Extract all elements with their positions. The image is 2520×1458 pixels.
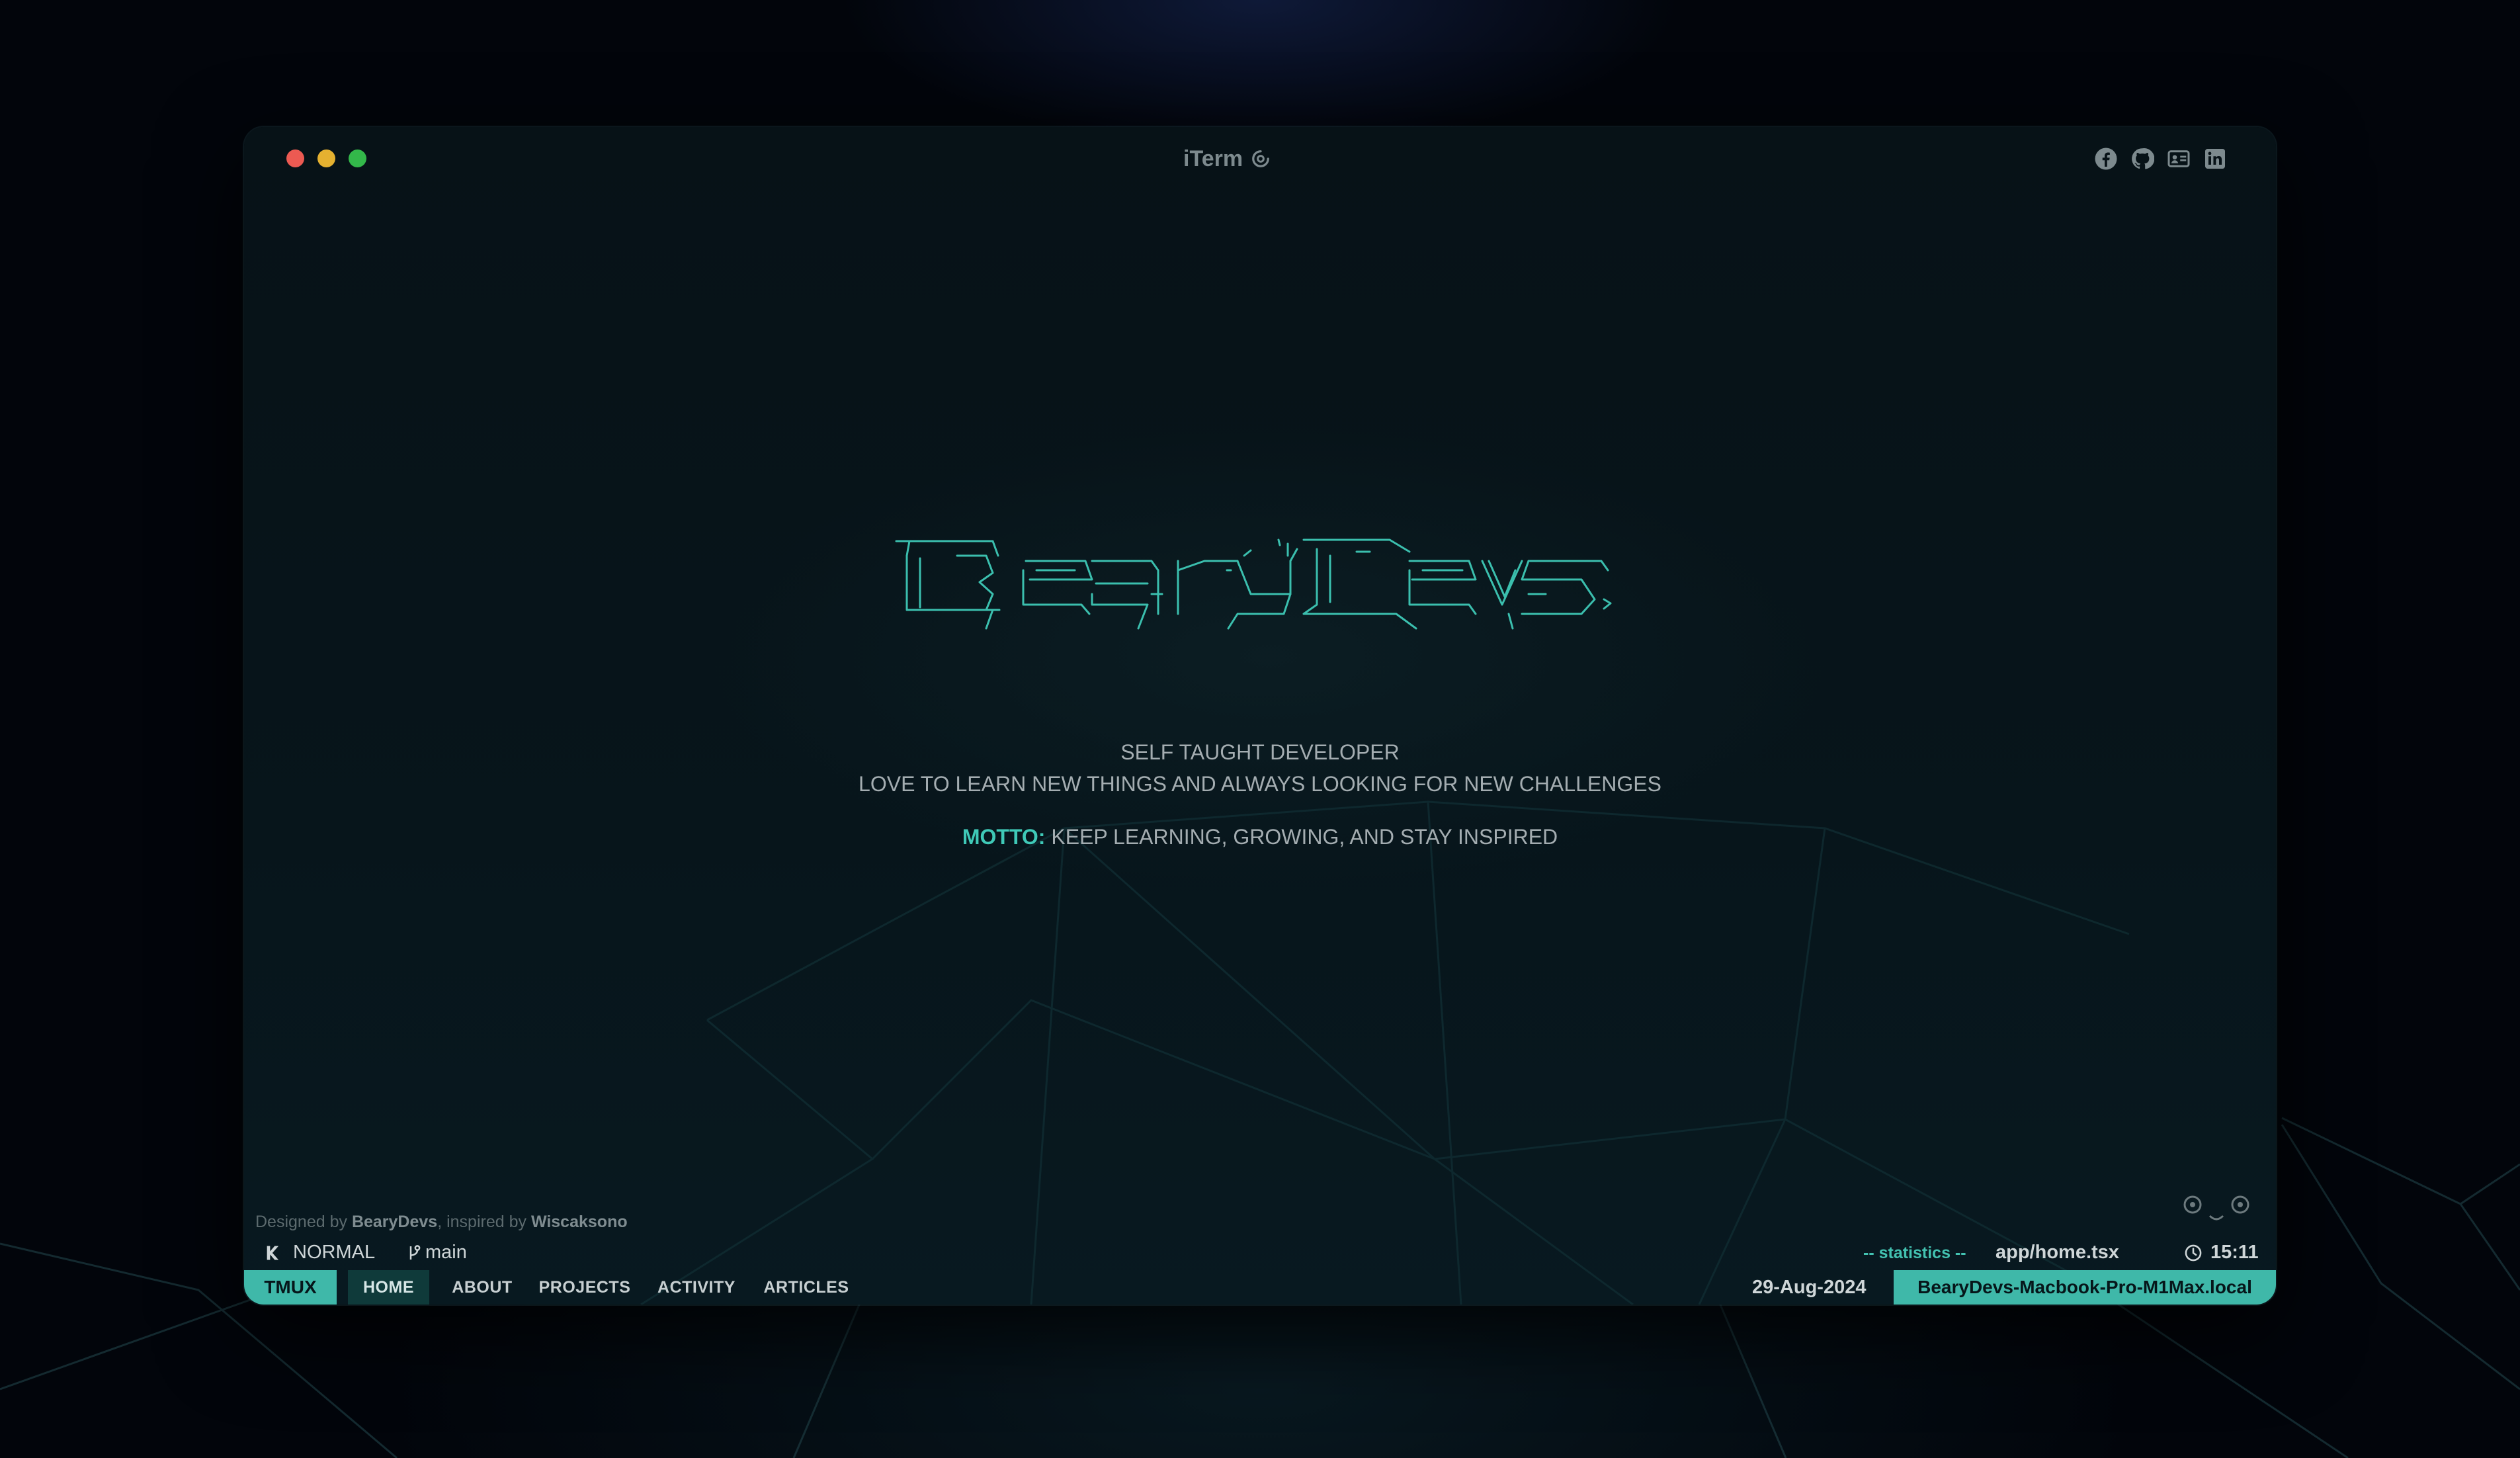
clock-time: 15:11 (2210, 1242, 2259, 1263)
design-credit: Designed by BearyDevs, inspired by Wisca… (255, 1213, 628, 1232)
face-icon (2183, 1195, 2249, 1221)
nav-home[interactable]: HOME (348, 1270, 429, 1305)
tagline-learning: LOVE TO LEARN NEW THINGS AND ALWAYS LOOK… (859, 772, 1661, 796)
linkedin-icon[interactable] (2203, 147, 2227, 171)
current-file-label: app/home.tsx (1995, 1242, 2119, 1263)
window-mesh (640, 800, 2130, 1305)
motto: MOTTO: KEEP LEARNING, GROWING, AND STAY … (244, 825, 2276, 849)
facebook-icon[interactable] (2094, 147, 2118, 171)
tmux-label: TMUX (244, 1270, 337, 1305)
credit-author-link[interactable]: BearyDevs (352, 1213, 437, 1231)
nav-articles[interactable]: ARTICLES (760, 1270, 853, 1305)
current-file: app/home.tsx (1995, 1242, 2119, 1264)
vim-mode-icon (267, 1246, 279, 1260)
maximize-button[interactable] (349, 150, 366, 167)
minimize-button[interactable] (317, 150, 335, 167)
credit-middle: , inspired by (437, 1213, 526, 1231)
terminal-window: iTerm SELF TAUGHT DEVELOPER LOVE TO LEAR… (244, 127, 2276, 1305)
vim-mode-label: NORMAL (293, 1242, 376, 1263)
nav-activity[interactable]: ACTIVITY (650, 1270, 743, 1305)
motto-text: KEEP LEARNING, GROWING, AND STAY INSPIRE… (1051, 825, 1558, 849)
vim-statusline: NORMAL main -- statistics -- app/home.ts… (244, 1236, 2276, 1268)
hostname-badge: BearyDevs-Macbook-Pro-M1Max.local (1894, 1270, 2276, 1305)
git-branch-label: main (425, 1242, 467, 1263)
github-icon[interactable] (2130, 147, 2154, 171)
title-bar: iTerm (244, 127, 2276, 191)
clock: 15:11 (2184, 1242, 2259, 1264)
statistics-label: -- statistics -- (1863, 1244, 1966, 1262)
tagline-developer: SELF TAUGHT DEVELOPER (1120, 740, 1400, 764)
contact-card-icon[interactable] (2167, 147, 2191, 171)
window-title: iTerm (1183, 143, 1271, 175)
github-sync-icon[interactable] (1251, 149, 1271, 169)
desktop-background: iTerm SELF TAUGHT DEVELOPER LOVE TO LEAR… (0, 0, 2520, 1458)
bearydevs-ascii-logo (895, 538, 1612, 630)
clock-icon (2185, 1244, 2202, 1261)
status-date: 29-Aug-2024 (1752, 1276, 1867, 1298)
vim-mode: NORMAL (264, 1242, 375, 1264)
close-button[interactable] (286, 150, 304, 167)
credit-inspiration-link[interactable]: Wiscaksono (531, 1213, 628, 1231)
git-branch-icon (409, 1244, 421, 1260)
tmux-bar: TMUX HOME ABOUT PROJECTS ACTIVITY ARTICL… (244, 1270, 2276, 1305)
motto-label: MOTTO: (962, 825, 1046, 849)
nav-projects[interactable]: PROJECTS (535, 1270, 634, 1305)
git-branch: main (407, 1242, 467, 1264)
nav-about[interactable]: ABOUT (446, 1270, 519, 1305)
credit-prefix: Designed by (255, 1213, 347, 1231)
window-title-text: iTerm (1183, 146, 1243, 171)
